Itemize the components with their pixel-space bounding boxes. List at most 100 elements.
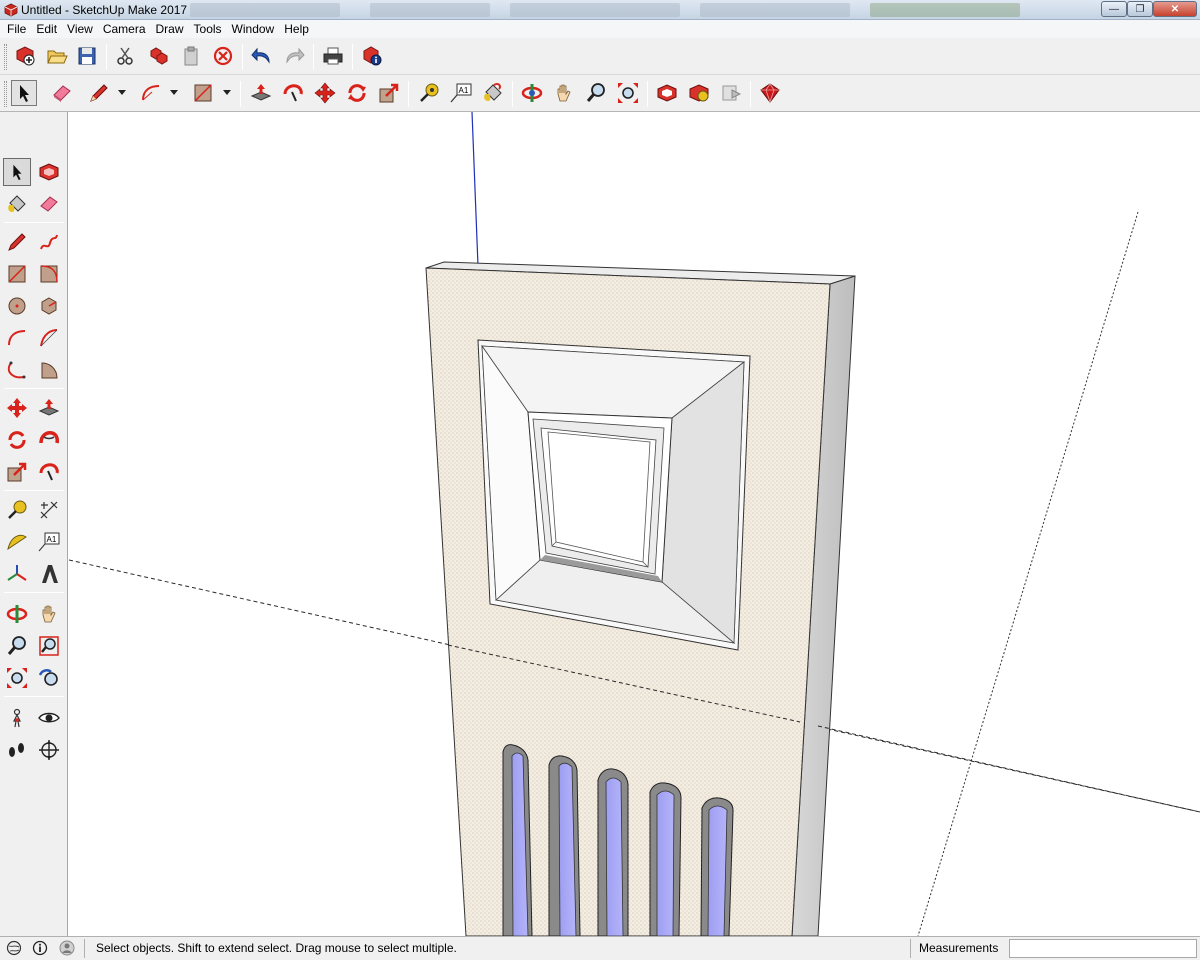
palette-pie-button[interactable] <box>35 356 63 384</box>
palette-zoom-window-button[interactable] <box>35 632 63 660</box>
cut-button[interactable] <box>112 43 138 69</box>
extension-warehouse-button[interactable] <box>686 80 712 106</box>
save-button[interactable] <box>74 43 100 69</box>
toolbar-separator <box>647 81 648 107</box>
menu-edit[interactable]: Edit <box>31 22 62 36</box>
palette-walk-button[interactable] <box>3 736 31 764</box>
status-divider <box>910 939 911 958</box>
status-bar: Select objects. Shift to extend select. … <box>0 936 1200 960</box>
palette-pan-button[interactable] <box>35 600 63 628</box>
menu-file[interactable]: File <box>2 22 31 36</box>
move-tool-button[interactable] <box>312 80 338 106</box>
redo-icon <box>286 47 305 64</box>
palette-position-camera-button[interactable] <box>3 704 31 732</box>
new-model-icon <box>16 46 35 66</box>
layout-button[interactable] <box>718 80 744 106</box>
palette-freehand-button[interactable] <box>35 228 63 256</box>
palette-paint-bucket-button[interactable] <box>3 190 31 218</box>
measurements-input[interactable] <box>1009 939 1197 958</box>
palette-polygon-button[interactable] <box>35 292 63 320</box>
arc-dropdown-arrow[interactable] <box>170 90 178 95</box>
modeling-viewport[interactable] <box>69 112 1200 936</box>
palette-follow-me-button[interactable] <box>35 426 63 454</box>
palette-look-around-button[interactable] <box>35 704 63 732</box>
extension-manager-button[interactable] <box>757 80 783 106</box>
palette-rotated-rectangle-button[interactable] <box>35 260 63 288</box>
zoom-tool-button[interactable] <box>583 80 609 106</box>
model-info-button[interactable] <box>359 43 385 69</box>
credits-info-icon[interactable] <box>32 940 48 956</box>
palette-zoom-button[interactable] <box>3 632 31 660</box>
toolbar-grip[interactable] <box>4 81 7 107</box>
erase-selection-button[interactable] <box>210 43 236 69</box>
undo-button[interactable] <box>249 43 275 69</box>
palette-push-pull-button[interactable] <box>35 394 63 422</box>
palette-section-plane-button[interactable] <box>35 736 63 764</box>
menu-draw[interactable]: Draw <box>151 22 189 36</box>
palette-dimension-button[interactable] <box>35 496 63 524</box>
follow-me-tool-button[interactable] <box>280 80 306 106</box>
pencil-dropdown-arrow[interactable] <box>118 90 126 95</box>
select-tool-button[interactable] <box>11 80 37 106</box>
palette-separator <box>4 696 64 697</box>
redo-button[interactable] <box>281 43 307 69</box>
rotate-tool-button[interactable] <box>344 80 370 106</box>
maximize-button[interactable]: ❐ <box>1127 1 1153 17</box>
palette-eraser-button[interactable] <box>35 190 63 218</box>
palette-move-button[interactable] <box>3 394 31 422</box>
palette-separator <box>4 222 64 223</box>
paste-button[interactable] <box>178 43 204 69</box>
arc-tool-button[interactable] <box>138 80 164 106</box>
palette-scale-button[interactable] <box>3 458 31 486</box>
tape-measure-tool-button[interactable] <box>416 80 442 106</box>
close-button[interactable]: ✕ <box>1153 1 1197 17</box>
toolbar-separator <box>750 81 751 107</box>
palette-text-button[interactable]: A1 <box>35 528 63 556</box>
palette-3d-text-button[interactable] <box>35 560 63 588</box>
palette-zoom-extents-button[interactable] <box>3 664 31 692</box>
vent-slot-1 <box>502 744 533 936</box>
palette-arc-button[interactable] <box>3 324 31 352</box>
palette-circle-button[interactable] <box>3 292 31 320</box>
layout-icon <box>722 85 742 101</box>
menu-help[interactable]: Help <box>279 22 314 36</box>
rectangle-tool-button[interactable] <box>190 80 216 106</box>
copy-button[interactable] <box>146 43 172 69</box>
palette-protractor-button[interactable] <box>3 528 31 556</box>
open-button[interactable] <box>44 43 70 69</box>
paint-bucket-tool-button[interactable] <box>480 80 506 106</box>
palette-axes-button[interactable] <box>3 560 31 588</box>
palette-orbit-button[interactable] <box>3 600 31 628</box>
new-model-button[interactable] <box>12 43 38 69</box>
palette-offset-button[interactable] <box>35 458 63 486</box>
pencil-tool-button[interactable] <box>86 80 112 106</box>
palette-select-button[interactable] <box>3 158 31 186</box>
palette-tape-measure-button[interactable] <box>3 496 31 524</box>
3d-warehouse-button[interactable] <box>654 80 680 106</box>
palette-make-component-button[interactable] <box>35 158 63 186</box>
scale-tool-button[interactable] <box>376 80 402 106</box>
shapes-dropdown-arrow[interactable] <box>223 90 231 95</box>
toolbar-grip[interactable] <box>4 44 7 70</box>
menu-camera[interactable]: Camera <box>98 22 151 36</box>
palette-previous-view-button[interactable] <box>35 664 63 692</box>
menu-window[interactable]: Window <box>227 22 280 36</box>
pan-icon <box>557 84 571 102</box>
orbit-tool-button[interactable] <box>519 80 545 106</box>
palette-two-point-arc-button[interactable] <box>35 324 63 352</box>
pan-tool-button[interactable] <box>551 80 577 106</box>
palette-rotate-button[interactable] <box>3 426 31 454</box>
menu-tools[interactable]: Tools <box>189 22 227 36</box>
push-pull-tool-button[interactable] <box>248 80 274 106</box>
menu-view[interactable]: View <box>62 22 98 36</box>
minimize-button[interactable]: — <box>1101 1 1127 17</box>
geo-location-icon[interactable] <box>6 940 22 956</box>
eraser-tool-button[interactable] <box>49 80 75 106</box>
text-tool-button[interactable]: A1 <box>448 80 474 106</box>
zoom-extents-tool-button[interactable] <box>615 80 641 106</box>
user-account-icon[interactable] <box>59 940 75 956</box>
palette-rectangle-button[interactable] <box>3 260 31 288</box>
print-button[interactable] <box>320 43 346 69</box>
palette-line-button[interactable] <box>3 228 31 256</box>
palette-three-point-arc-button[interactable] <box>3 356 31 384</box>
